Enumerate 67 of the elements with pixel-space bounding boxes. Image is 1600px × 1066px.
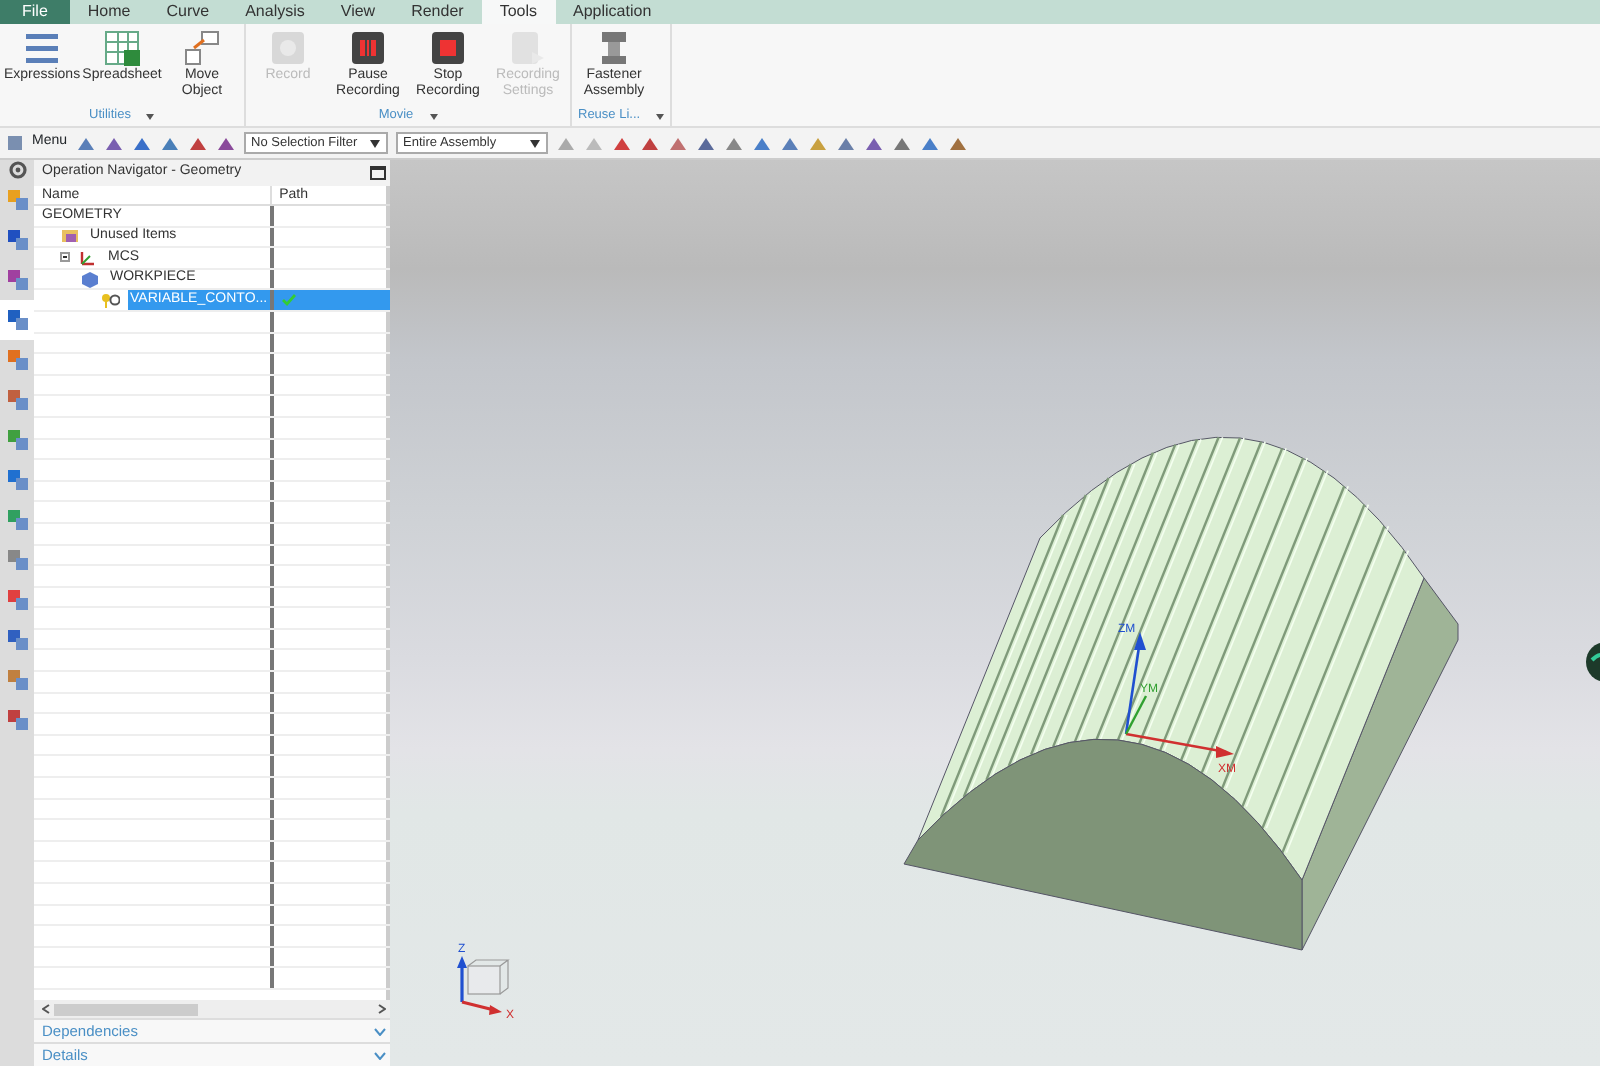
lines-icon bbox=[22, 28, 62, 68]
toolbar-icon[interactable] bbox=[187, 133, 208, 153]
toolbar-icon[interactable] bbox=[723, 133, 744, 153]
squares-icon bbox=[5, 708, 29, 732]
node-icon bbox=[78, 247, 98, 268]
settings-icon[interactable] bbox=[7, 160, 27, 180]
toolbar-icon[interactable] bbox=[695, 133, 716, 153]
squares-icon bbox=[5, 588, 29, 612]
pause-icon bbox=[348, 28, 388, 68]
toolbar-icon[interactable] bbox=[779, 133, 800, 153]
ribbon-tab[interactable]: Application bbox=[555, 0, 670, 24]
squares-icon bbox=[5, 508, 29, 532]
squares-icon bbox=[5, 268, 29, 292]
z-axis-arrow bbox=[457, 956, 467, 1002]
caret-icon bbox=[529, 139, 540, 147]
ribbon-tab[interactable]: Render bbox=[393, 0, 482, 24]
squares-icon bbox=[5, 668, 29, 692]
squares-icon bbox=[5, 348, 29, 372]
scrollbar-thumb[interactable] bbox=[54, 1003, 198, 1015]
node-icon bbox=[80, 269, 100, 290]
squares-icon bbox=[5, 468, 29, 492]
toolbar-icon[interactable] bbox=[159, 133, 180, 153]
squares-icon bbox=[5, 308, 29, 332]
toolbar-icon[interactable] bbox=[835, 133, 856, 153]
squares-icon bbox=[5, 628, 29, 652]
toolbar-icon[interactable] bbox=[131, 133, 152, 153]
ribbon-tab[interactable]: Curve bbox=[148, 0, 228, 24]
x-axis-arrow bbox=[461, 1000, 502, 1015]
ribbon-tab[interactable]: Home bbox=[69, 0, 149, 24]
toolbar-icon[interactable] bbox=[919, 133, 940, 153]
file-menu[interactable]: File bbox=[0, 0, 70, 24]
toolbar-icon[interactable] bbox=[639, 133, 660, 153]
check-icon bbox=[281, 294, 296, 307]
toolbar-icon[interactable] bbox=[103, 133, 124, 153]
squares-icon bbox=[5, 188, 29, 212]
toolbar-icon[interactable] bbox=[751, 133, 772, 153]
toolbar-icon[interactable] bbox=[75, 133, 96, 153]
toolbar-icon[interactable] bbox=[215, 133, 236, 153]
toolbar-icon[interactable] bbox=[807, 133, 828, 153]
stop-icon bbox=[428, 28, 468, 68]
x-axis-arrow bbox=[1125, 732, 1234, 758]
toolbar-icon[interactable] bbox=[863, 133, 884, 153]
squares-icon bbox=[5, 388, 29, 412]
collapse-icon[interactable] bbox=[60, 252, 70, 263]
maximize-icon[interactable] bbox=[369, 166, 386, 180]
ribbon-tab[interactable]: Analysis bbox=[227, 0, 323, 24]
node-icon bbox=[60, 226, 80, 247]
toolbar-icon[interactable] bbox=[667, 133, 688, 153]
toolbar-icon[interactable] bbox=[891, 133, 912, 153]
scroll-right-icon[interactable] bbox=[377, 1004, 386, 1014]
squares-icon bbox=[5, 228, 29, 252]
toolbar-icon[interactable] bbox=[611, 133, 632, 153]
resource-tab[interactable] bbox=[0, 300, 34, 340]
squares-icon bbox=[5, 428, 29, 452]
scroll-left-icon[interactable] bbox=[42, 1004, 50, 1014]
node-icon bbox=[100, 290, 120, 311]
ribbon-tab[interactable]: Tools bbox=[481, 0, 556, 24]
caret-icon[interactable] bbox=[656, 113, 665, 120]
toolbar-icon[interactable] bbox=[947, 133, 968, 153]
caret-icon[interactable] bbox=[146, 113, 155, 120]
caret-icon bbox=[369, 139, 380, 147]
caret-icon[interactable] bbox=[429, 113, 438, 120]
ribbon-tab[interactable]: View bbox=[322, 0, 394, 24]
menu-icon bbox=[6, 134, 24, 152]
view-cube-icon bbox=[467, 959, 510, 995]
record-icon bbox=[268, 28, 308, 68]
squares-icon bbox=[5, 548, 29, 572]
